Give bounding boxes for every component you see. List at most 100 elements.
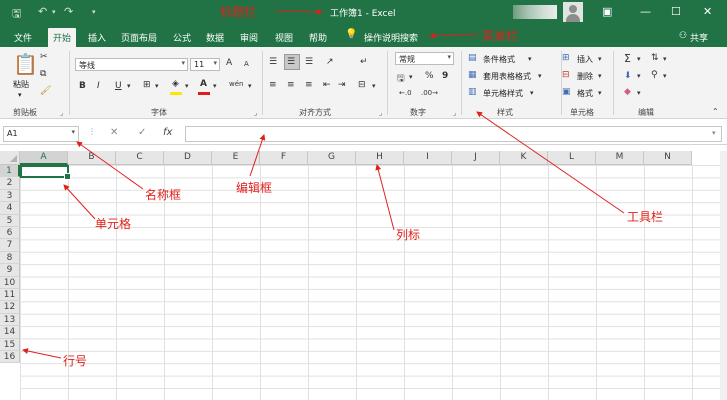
percent-button[interactable]: % [425,71,434,81]
column-header-c[interactable]: C [116,151,164,165]
currency-icon[interactable]: 🖫 [397,71,405,87]
row-header-4[interactable]: 4 [0,202,20,215]
delete-cells-button[interactable]: 删除 [577,71,593,82]
increase-indent-icon[interactable]: ⇥ [338,80,346,90]
format-cells-button[interactable]: 格式 [577,88,593,99]
column-header-i[interactable]: I [404,151,452,165]
font-color-dropdown-icon[interactable]: ▾ [213,82,217,90]
row-header-10[interactable]: 10 [0,276,20,289]
format-dropdown-icon[interactable]: ▾ [598,89,602,97]
row-header-15[interactable]: 15 [0,338,20,351]
fill-color-icon[interactable]: ◈ [172,79,179,89]
number-format-combo[interactable]: 常规 ▾ [395,52,454,65]
column-header-e[interactable]: E [212,151,260,165]
clear-dropdown-icon[interactable]: ▾ [637,89,641,97]
bold-button[interactable]: B [79,81,86,91]
row-header-14[interactable]: 14 [0,326,20,339]
sort-filter-icon[interactable]: ⇅ [651,53,659,63]
tab-insert[interactable]: 插入 [88,31,106,44]
tab-data[interactable]: 数据 [206,31,224,44]
row-header-7[interactable]: 7 [0,239,20,252]
increase-decimal-icon[interactable]: ←.0 [399,89,412,97]
redo-icon[interactable]: ↷ [64,5,73,18]
insert-function-button[interactable]: fx [163,127,172,138]
column-header-f[interactable]: F [260,151,308,165]
column-header-h[interactable]: H [356,151,404,165]
confirm-entry-icon[interactable]: ✓ [138,127,146,138]
underline-button[interactable]: U [115,81,122,91]
font-color-button[interactable]: A [200,79,207,89]
tab-home[interactable]: 开始 [48,28,77,47]
merge-center-icon[interactable]: ⊟ [358,80,366,90]
select-all-button[interactable] [0,151,20,165]
conditional-dropdown-icon[interactable]: ▾ [528,55,532,63]
underline-dropdown-icon[interactable]: ▾ [127,82,131,90]
autosum-dropdown-icon[interactable]: ▾ [637,55,641,63]
ribbon-display-icon[interactable]: ▣ [602,5,612,18]
grow-font-button[interactable]: A [226,58,232,68]
cancel-entry-icon[interactable]: ✕ [110,127,118,138]
find-select-icon[interactable]: ⚲ [651,70,658,80]
row-header-2[interactable]: 2 [0,177,20,190]
phonetic-button[interactable]: wén [229,80,243,88]
customize-qat-icon[interactable]: ▾ [92,8,96,16]
share-icon[interactable]: ⚇ [679,31,687,41]
fill-down-icon[interactable]: ⬇ [624,71,632,81]
tell-me-search[interactable]: 操作说明搜索 [364,31,418,44]
minimize-icon[interactable]: — [640,5,651,18]
orientation-icon[interactable]: ↗ [326,57,334,67]
cell-styles-button[interactable]: 单元格样式 [483,88,523,99]
tab-view[interactable]: 视图 [275,31,293,44]
share-button[interactable]: 共享 [690,31,708,44]
vertical-scrollbar[interactable] [720,151,727,400]
column-header-b[interactable]: B [68,151,116,165]
avatar[interactable] [563,2,583,22]
paste-icon[interactable]: 📋 [13,52,38,76]
copy-icon[interactable]: ⧉ [40,69,46,79]
decrease-indent-icon[interactable]: ⇤ [323,80,331,90]
number-launcher-icon[interactable]: ⌟ [453,109,456,117]
column-header-g[interactable]: G [308,151,356,165]
row-header-16[interactable]: 16 [0,351,20,364]
shrink-font-button[interactable]: A [244,60,249,68]
cell-styles-dropdown-icon[interactable]: ▾ [530,89,534,97]
font-name-combo[interactable]: 等线 ▾ [75,58,188,71]
align-top-icon[interactable]: ☰ [269,57,277,67]
row-header-8[interactable]: 8 [0,251,20,265]
phonetic-dropdown-icon[interactable]: ▾ [248,82,252,90]
conditional-format-button[interactable]: 条件格式 [483,54,515,65]
merge-dropdown-icon[interactable]: ▾ [372,82,376,90]
undo-dropdown-icon[interactable]: ▾ [52,8,56,16]
tab-page-layout[interactable]: 页面布局 [121,31,157,44]
column-header-a[interactable]: A [20,151,68,165]
insert-dropdown-icon[interactable]: ▾ [598,55,602,63]
delete-dropdown-icon[interactable]: ▾ [598,72,602,80]
maximize-icon[interactable]: ☐ [671,5,681,18]
row-header-3[interactable]: 3 [0,189,20,203]
align-right-icon[interactable]: ≡ [305,80,313,90]
collapse-ribbon-icon[interactable]: ⌃ [712,107,719,116]
fill-dropdown-icon[interactable]: ▾ [637,72,641,80]
align-bottom-icon[interactable]: ☰ [305,57,313,67]
active-cell-a1[interactable] [20,165,71,180]
column-header-l[interactable]: L [548,151,596,165]
wrap-text-icon[interactable]: ↵ [360,57,368,67]
fill-dropdown-icon[interactable]: ▾ [185,82,189,90]
undo-icon[interactable]: ↶ [38,5,47,18]
formula-input[interactable] [185,126,722,142]
align-center-icon[interactable]: ≡ [287,80,295,90]
decrease-decimal-icon[interactable]: .00→ [421,89,438,97]
comma-style-button[interactable]: 9 [442,71,448,81]
tab-formulas[interactable]: 公式 [173,31,191,44]
paste-dropdown-icon[interactable]: ▾ [18,91,22,99]
row-header-11[interactable]: 11 [0,289,20,302]
close-icon[interactable]: ✕ [703,5,712,18]
row-header-1[interactable]: 1 [0,165,20,178]
paste-button[interactable]: 粘贴 [13,79,29,90]
column-header-d[interactable]: D [164,151,212,165]
tab-help[interactable]: 帮助 [309,31,327,44]
column-header-j[interactable]: J [452,151,500,165]
tab-file[interactable]: 文件 [14,31,32,44]
cut-icon[interactable]: ✂ [40,52,48,62]
row-header-6[interactable]: 6 [0,227,20,240]
